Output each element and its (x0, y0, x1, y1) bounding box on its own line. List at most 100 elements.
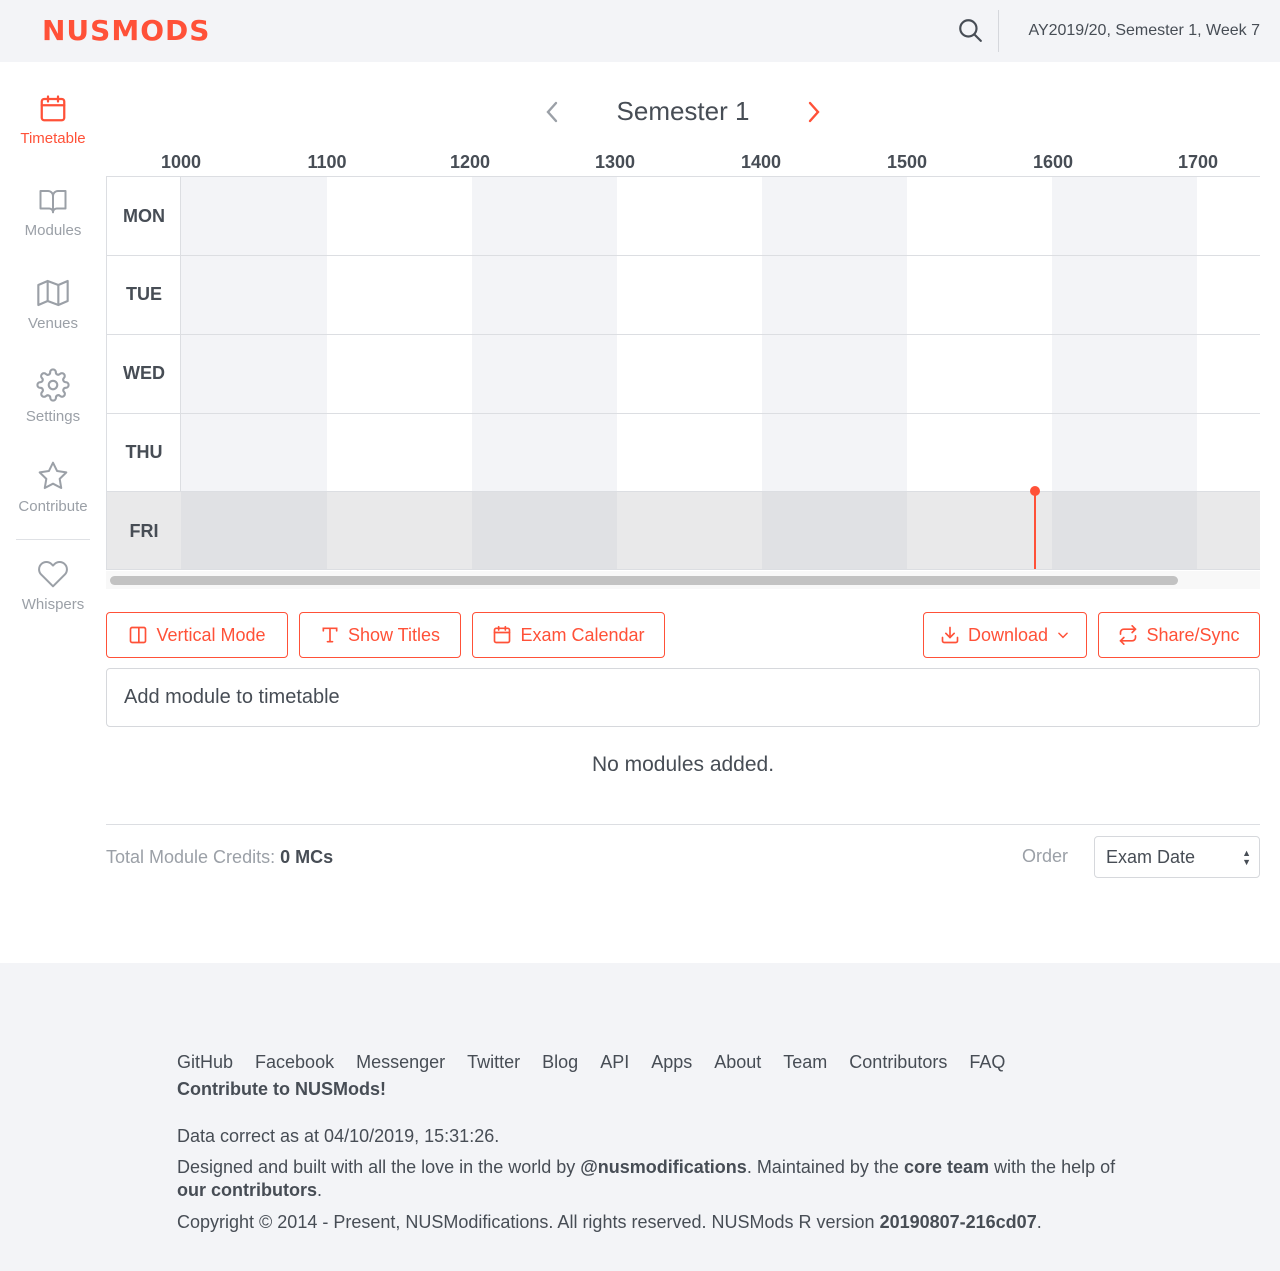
footer-link-team[interactable]: Team (783, 1052, 827, 1073)
hour-stripe (472, 491, 617, 569)
header-divider (998, 10, 999, 52)
hour-stripe (762, 491, 907, 569)
exam-calendar-button[interactable]: Exam Calendar (472, 612, 665, 658)
footer-link-messenger[interactable]: Messenger (356, 1052, 445, 1073)
sidebar-item-label: Timetable (20, 130, 86, 147)
sidebar-item-label: Contribute (18, 498, 88, 515)
hour-label: 1000 (160, 152, 202, 172)
hour-label: 1300 (594, 152, 636, 172)
nusmodifications-link[interactable]: @nusmodifications (580, 1157, 747, 1177)
total-credits-value: 0 MCs (280, 847, 334, 867)
our-contributors-link[interactable]: our contributors (177, 1180, 317, 1200)
empty-modules-message: No modules added. (591, 753, 775, 776)
data-timestamp: Data correct as at 04/10/2019, 15:31:26. (177, 1126, 500, 1146)
search-icon (959, 19, 982, 42)
footer-link-api[interactable]: API (600, 1052, 629, 1073)
footer-link-twitter[interactable]: Twitter (467, 1052, 520, 1073)
sidebar-item-settings[interactable]: Settings (0, 368, 106, 425)
next-semester-button[interactable] (800, 98, 828, 126)
select-arrows-icon: ▲ ▼ (1242, 848, 1251, 867)
star-icon (38, 461, 68, 490)
repeat-icon (1120, 625, 1137, 645)
scrollbar-thumb[interactable] (110, 576, 1178, 585)
hour-label: 1600 (1032, 152, 1074, 172)
footer-link-contributors[interactable]: Contributors (849, 1052, 947, 1073)
calendar-icon (494, 625, 511, 644)
share-sync-button[interactable]: Share/Sync (1098, 612, 1260, 658)
book-icon (39, 190, 67, 214)
core-team-link[interactable]: core team (904, 1157, 989, 1177)
order-selected-value: Exam Date (1106, 846, 1196, 867)
chevron-right-icon (808, 101, 820, 123)
footer-links: GitHub Facebook Messenger Twitter Blog A… (177, 1052, 1005, 1073)
button-label: Show Titles (347, 624, 441, 645)
vertical-mode-button[interactable]: Vertical Mode (106, 612, 288, 658)
week-info: AY2019/20, Semester 1, Week 7 (1028, 22, 1260, 39)
day-label-wed: WED (123, 363, 165, 383)
calendar-icon (40, 95, 66, 122)
columns-icon (130, 626, 147, 644)
show-titles-button[interactable]: Show Titles (299, 612, 461, 658)
search-button[interactable] (954, 14, 986, 46)
order-select[interactable]: Exam Date ▲ ▼ (1094, 836, 1260, 878)
credits-prefix: Designed and built with all the love in … (177, 1157, 576, 1177)
gear-icon (36, 368, 70, 402)
footer-link-facebook[interactable]: Facebook (255, 1052, 334, 1073)
row-divider (107, 413, 1260, 414)
version-link[interactable]: 20190807-216cd07 (880, 1212, 1037, 1232)
contribute-link[interactable]: Contribute to NUSMods! (177, 1079, 386, 1100)
order-label: Order (1022, 846, 1069, 866)
add-module-input[interactable] (106, 668, 1260, 727)
day-label-fri: FRI (107, 491, 181, 569)
sidebar-item-label: Settings (25, 408, 81, 425)
day-label-mon: MON (123, 205, 165, 226)
sidebar-item-label: Modules (24, 222, 82, 239)
day-label-tue: TUE (126, 284, 162, 304)
previous-semester-button[interactable] (538, 98, 566, 126)
copyright-text: Copyright © 2014 - Present, NUSModificat… (177, 1212, 1042, 1232)
row-divider (107, 491, 1260, 492)
copyright-prefix: Copyright © 2014 - Present, NUSModificat… (177, 1212, 875, 1232)
row-divider (107, 334, 1260, 335)
download-icon (941, 626, 959, 644)
footer-link-github[interactable]: GitHub (177, 1052, 233, 1073)
sidebar-item-contribute[interactable]: Contribute (0, 460, 106, 515)
credits-middle: . Maintained by the (746, 1157, 899, 1177)
hour-label: 1700 (1177, 152, 1219, 172)
footer-link-about[interactable]: About (714, 1052, 761, 1073)
sidebar-item-modules[interactable]: Modules (0, 186, 106, 239)
footer-link-faq[interactable]: FAQ (969, 1052, 1005, 1073)
divider (106, 824, 1260, 825)
hour-label: 1200 (449, 152, 491, 172)
hour-stripe (1052, 491, 1197, 569)
sidebar-item-label: Whispers (21, 596, 85, 613)
hour-stripe (181, 491, 327, 569)
button-label: Vertical Mode (156, 624, 266, 645)
hour-label: 1500 (886, 152, 928, 172)
top-bar: NUSMODS AY2019/20, Semester 1, Week 7 (0, 0, 1280, 62)
sidebar-item-label: Venues (27, 315, 79, 332)
total-credits-label: Total Module Credits: (106, 847, 276, 867)
chevron-down-icon (1058, 632, 1068, 639)
button-label: Share/Sync (1146, 624, 1240, 645)
current-time-dot (1030, 486, 1040, 496)
credits-text: Designed and built with all the love in … (177, 1157, 1116, 1200)
heart-icon (38, 561, 68, 588)
row-divider (107, 255, 1260, 256)
credits-with: with the (994, 1157, 1057, 1177)
current-time-indicator (1034, 491, 1036, 569)
download-button[interactable]: Download (923, 612, 1087, 658)
footer-link-blog[interactable]: Blog (542, 1052, 578, 1073)
brand-logo[interactable]: NUSMODS (42, 14, 210, 47)
sidebar-item-venues[interactable]: Venues (0, 277, 106, 332)
credits-help: help of (1061, 1157, 1116, 1177)
sidebar-item-timetable[interactable]: Timetable (0, 94, 106, 147)
button-label: Exam Calendar (520, 624, 645, 645)
hour-label: 1100 (307, 152, 347, 172)
sidebar-divider (16, 539, 90, 540)
footer-link-apps[interactable]: Apps (651, 1052, 692, 1073)
chevron-left-icon (546, 101, 558, 123)
total-module-credits: Total Module Credits: 0 MCs (106, 847, 333, 868)
sidebar-item-whispers[interactable]: Whispers (0, 558, 106, 613)
type-icon (322, 627, 338, 643)
